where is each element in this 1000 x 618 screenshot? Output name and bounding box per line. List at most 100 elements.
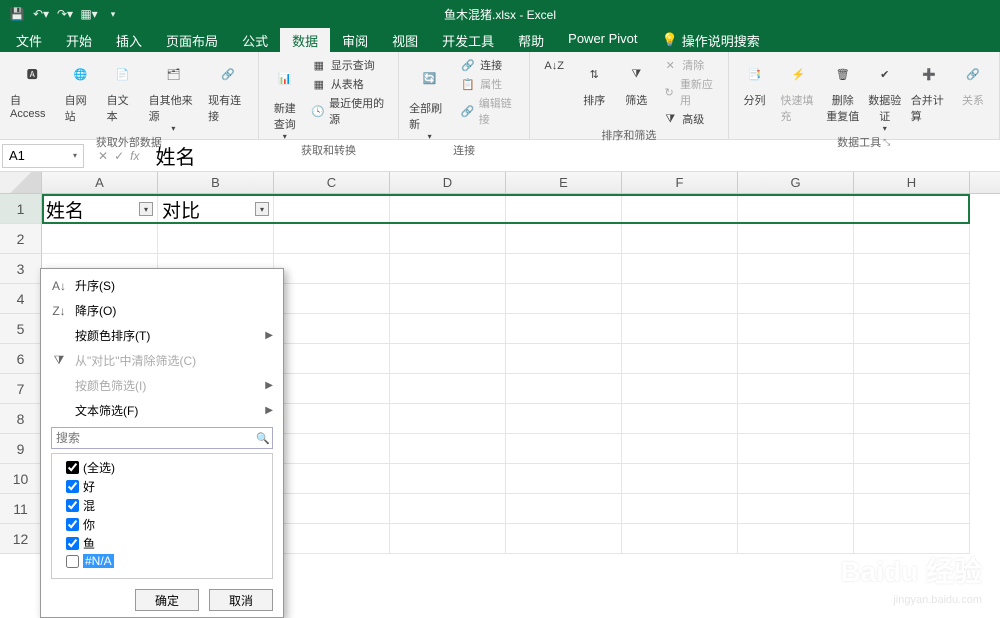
- cell[interactable]: [738, 404, 854, 434]
- text-filter-menuitem[interactable]: 文本筛选(F)▶: [41, 398, 283, 423]
- cell[interactable]: [390, 314, 506, 344]
- cell[interactable]: [854, 464, 970, 494]
- cell[interactable]: [854, 254, 970, 284]
- formula-input[interactable]: 姓名: [147, 141, 1000, 170]
- row-8[interactable]: 8: [0, 404, 42, 434]
- refresh-all-button[interactable]: 🔄全部刷新▾: [405, 56, 454, 143]
- cell[interactable]: [390, 284, 506, 314]
- row-11[interactable]: 11: [0, 494, 42, 524]
- cell[interactable]: [622, 434, 738, 464]
- cell-A1[interactable]: 姓名▾: [42, 194, 158, 224]
- cell[interactable]: [506, 464, 622, 494]
- col-F[interactable]: F: [622, 172, 738, 193]
- new-query-button[interactable]: 📊新建 查询▾: [265, 56, 305, 143]
- redo-icon[interactable]: ↷▾: [54, 3, 76, 25]
- cell-D1[interactable]: [390, 194, 506, 224]
- cell[interactable]: [854, 434, 970, 464]
- remove-dup-button[interactable]: 🗑删除 重复值: [823, 56, 863, 135]
- cell[interactable]: [506, 224, 622, 254]
- tab-formula[interactable]: 公式: [230, 28, 280, 52]
- cell-F1[interactable]: [622, 194, 738, 224]
- sort-asc-menuitem[interactable]: A↓升序(S): [41, 273, 283, 298]
- col-G[interactable]: G: [738, 172, 854, 193]
- col-D[interactable]: D: [390, 172, 506, 193]
- tab-file[interactable]: 文件: [4, 28, 54, 52]
- cell[interactable]: [738, 254, 854, 284]
- cell[interactable]: [738, 284, 854, 314]
- cell[interactable]: [506, 434, 622, 464]
- cell[interactable]: [390, 344, 506, 374]
- cell-G1[interactable]: [738, 194, 854, 224]
- undo-icon[interactable]: ↶▾: [30, 3, 52, 25]
- tab-view[interactable]: 视图: [380, 28, 430, 52]
- cell[interactable]: [854, 374, 970, 404]
- filter-item[interactable]: 混: [56, 496, 268, 515]
- sort-asc-button[interactable]: A↓Z: [536, 56, 572, 128]
- col-H[interactable]: H: [854, 172, 970, 193]
- cell[interactable]: [622, 494, 738, 524]
- tab-help[interactable]: 帮助: [506, 28, 556, 52]
- cell[interactable]: [274, 404, 390, 434]
- tab-data[interactable]: 数据: [280, 28, 330, 52]
- name-box[interactable]: A1▾: [2, 144, 84, 168]
- text-to-columns-button[interactable]: 📑分列: [735, 56, 775, 135]
- cell[interactable]: [274, 494, 390, 524]
- from-other-button[interactable]: 🗂自其他来源▾: [145, 56, 203, 135]
- cell[interactable]: [390, 374, 506, 404]
- advanced-filter-button[interactable]: ⧩高级: [658, 110, 721, 128]
- cell[interactable]: [506, 374, 622, 404]
- filter-search[interactable]: 🔍: [51, 427, 273, 449]
- row-1[interactable]: 1: [0, 194, 42, 224]
- cancel-button[interactable]: 取消: [209, 589, 273, 611]
- filter-search-input[interactable]: [52, 428, 254, 448]
- cell[interactable]: [506, 524, 622, 554]
- cell[interactable]: [854, 284, 970, 314]
- sort-desc-menuitem[interactable]: Z↓降序(O): [41, 298, 283, 323]
- filter-button[interactable]: ⧩筛选: [616, 56, 656, 128]
- tab-insert[interactable]: 插入: [104, 28, 154, 52]
- tab-powerpivot[interactable]: Power Pivot: [556, 28, 649, 52]
- cell[interactable]: [738, 314, 854, 344]
- row-4[interactable]: 4: [0, 284, 42, 314]
- cell[interactable]: [506, 314, 622, 344]
- cell[interactable]: [506, 344, 622, 374]
- filter-item[interactable]: 你: [56, 515, 268, 534]
- cell[interactable]: [390, 224, 506, 254]
- qat-more-icon[interactable]: ▾: [102, 3, 124, 25]
- connections-button[interactable]: 🔗连接: [456, 56, 523, 74]
- recent-sources-button[interactable]: 🕓最近使用的源: [307, 94, 392, 128]
- cell[interactable]: [390, 464, 506, 494]
- cell[interactable]: [738, 434, 854, 464]
- filter-item[interactable]: 好: [56, 477, 268, 496]
- col-C[interactable]: C: [274, 172, 390, 193]
- existing-conn-button[interactable]: 🔗现有连接: [204, 56, 252, 135]
- filter-item[interactable]: 鱼: [56, 534, 268, 553]
- cell[interactable]: [274, 284, 390, 314]
- data-validation-button[interactable]: ✔数据验 证▾: [865, 56, 905, 135]
- cell[interactable]: [274, 224, 390, 254]
- cell[interactable]: [622, 284, 738, 314]
- cell[interactable]: [274, 314, 390, 344]
- from-text-button[interactable]: 📄自文本: [103, 56, 143, 135]
- table-icon[interactable]: ▦▾: [78, 3, 100, 25]
- cell[interactable]: [506, 404, 622, 434]
- cell-C1[interactable]: [274, 194, 390, 224]
- cell[interactable]: [506, 284, 622, 314]
- row-7[interactable]: 7: [0, 374, 42, 404]
- from-web-button[interactable]: 🌐自网站: [61, 56, 101, 135]
- consolidate-button[interactable]: ➕合并计算: [907, 56, 951, 135]
- ok-button[interactable]: 确定: [135, 589, 199, 611]
- cell[interactable]: [506, 254, 622, 284]
- row-10[interactable]: 10: [0, 464, 42, 494]
- cell[interactable]: [622, 314, 738, 344]
- sort-color-menuitem[interactable]: 按颜色排序(T)▶: [41, 323, 283, 348]
- col-A[interactable]: A: [42, 172, 158, 193]
- tab-review[interactable]: 审阅: [330, 28, 380, 52]
- filter-item-all[interactable]: (全选): [56, 458, 268, 477]
- fx-icon[interactable]: fx: [130, 149, 139, 163]
- cell[interactable]: [274, 254, 390, 284]
- cell[interactable]: [622, 374, 738, 404]
- cell[interactable]: [738, 224, 854, 254]
- cell[interactable]: [274, 464, 390, 494]
- save-icon[interactable]: 💾: [6, 3, 28, 25]
